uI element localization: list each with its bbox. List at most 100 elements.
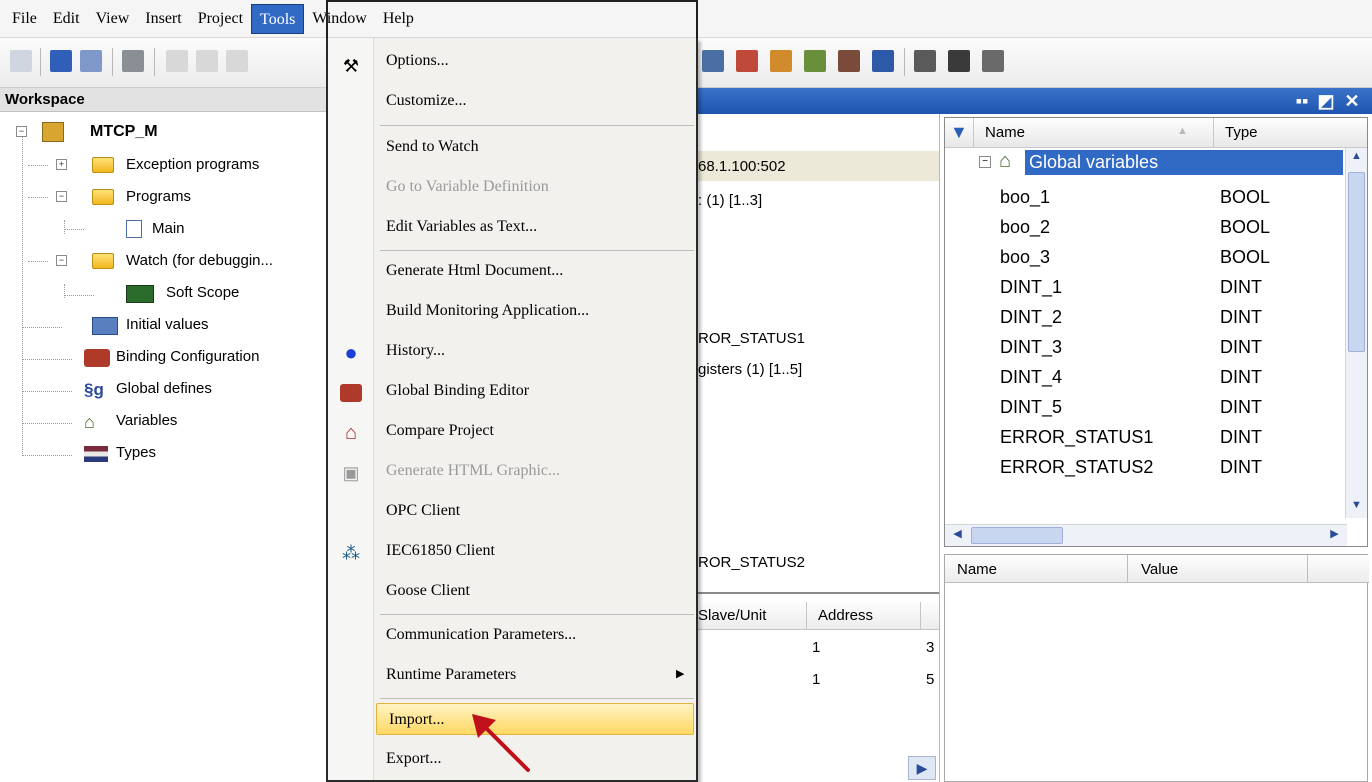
error-status2: ROR_STATUS2 (698, 554, 805, 571)
collapse-toggle[interactable]: − (56, 255, 67, 266)
col-type[interactable]: Type (1225, 124, 1258, 141)
variable-row[interactable]: DINT_4 DINT (945, 363, 1341, 392)
menu-file[interactable]: File (4, 4, 45, 34)
menu-project[interactable]: Project (190, 4, 251, 34)
scroll-right-icon[interactable]: ▶ (1326, 527, 1343, 544)
col-watch-name[interactable]: Name (957, 561, 997, 578)
variable-row[interactable]: DINT_1 DINT (945, 273, 1341, 302)
menu-item-generate-html-document[interactable]: Generate Html Document... (374, 255, 696, 287)
menu-item-generate-html-graphic[interactable]: Generate HTML Graphic... (374, 455, 696, 487)
home-icon[interactable] (804, 50, 826, 72)
menu-help[interactable]: Help (375, 4, 422, 34)
menu-item-opc-client[interactable]: OPC Client (374, 495, 696, 527)
tree-line (64, 229, 84, 230)
types-icon[interactable] (838, 50, 860, 72)
tree-item-binding-configuration[interactable]: Binding Configuration (116, 346, 259, 368)
scroll-left-icon[interactable]: ◀ (949, 527, 966, 544)
submenu-arrow-icon: ▶ (676, 668, 685, 680)
tree-item-project[interactable]: MTCP_M (90, 121, 158, 143)
tree-line (28, 261, 48, 262)
menu-window[interactable]: Window (304, 4, 374, 34)
menu-item-customize[interactable]: Customize... (374, 85, 696, 117)
menu-item-iec61850-client[interactable]: IEC61850 Client (374, 535, 696, 567)
menu-item-communication-parameters[interactable]: Communication Parameters... (374, 619, 696, 651)
variable-row[interactable]: boo_2 BOOL (945, 213, 1341, 242)
restore-icon[interactable]: ◩ (1316, 91, 1336, 111)
connection-address: 68.1.100:502 (698, 158, 786, 175)
expand-toggle[interactable]: + (56, 159, 67, 170)
menu-item-edit-variables-as-text[interactable]: Edit Variables as Text... (374, 211, 696, 243)
clapper-icon[interactable] (948, 50, 970, 72)
menu-item-goose-client[interactable]: Goose Client (374, 575, 696, 607)
menu-insert[interactable]: Insert (137, 4, 189, 34)
save-icon[interactable] (50, 50, 72, 72)
close-icon[interactable]: ✕ (1342, 91, 1362, 111)
exit-icon[interactable] (982, 50, 1004, 72)
col-address[interactable]: Address (818, 607, 873, 624)
scroll-up-icon[interactable]: ▲ (1348, 150, 1365, 167)
variable-row[interactable]: boo_3 BOOL (945, 243, 1341, 272)
scope-icon (126, 285, 154, 303)
collapse-toggle[interactable]: − (979, 156, 991, 168)
layout-icon[interactable] (914, 50, 936, 72)
group-global-variables[interactable]: Global variables (1025, 150, 1343, 175)
variable-row[interactable]: ERROR_STATUS2 DINT (945, 453, 1341, 482)
globe-icon[interactable] (770, 50, 792, 72)
edit-doc-icon[interactable] (80, 50, 102, 72)
collapse-toggle[interactable]: − (16, 126, 27, 137)
scroll-right-icon[interactable]: ▶ (908, 756, 936, 780)
menu-view[interactable]: View (88, 4, 138, 34)
tree-item-exception-programs[interactable]: Exception programs (126, 154, 259, 176)
tree-item-soft-scope[interactable]: Soft Scope (166, 282, 239, 304)
menu-bar: File Edit View Insert Project Tools Wind… (0, 0, 1372, 39)
menu-tools[interactable]: Tools (251, 3, 305, 34)
defines-icon[interactable] (872, 50, 894, 72)
menu-item-go-to-variable-definition[interactable]: Go to Variable Definition (374, 171, 696, 203)
binding-icon[interactable] (736, 50, 758, 72)
collapse-toggle[interactable]: − (56, 191, 67, 202)
splitter[interactable] (698, 592, 939, 594)
tree-item-global-defines[interactable]: Global defines (116, 378, 212, 400)
menu-item-history[interactable]: History... (374, 335, 696, 367)
copy-icon[interactable] (196, 50, 218, 72)
menu-item-build-monitoring-application[interactable]: Build Monitoring Application... (374, 295, 696, 327)
menu-item-compare-project[interactable]: Compare Project (374, 415, 696, 447)
cut-icon[interactable] (166, 50, 188, 72)
variable-row[interactable]: boo_1 BOOL (945, 183, 1341, 212)
variable-row[interactable]: DINT_3 DINT (945, 333, 1341, 362)
scroll-down-icon[interactable]: ▼ (1348, 499, 1365, 516)
folder-icon (92, 253, 114, 269)
menu-item-runtime-parameters[interactable]: Runtime Parameters (374, 659, 696, 691)
row2-slave: 1 (812, 671, 821, 688)
paste-icon[interactable] (226, 50, 248, 72)
tree-item-main[interactable]: Main (152, 218, 185, 240)
center-panel-titlebar (698, 88, 940, 114)
tree-item-types[interactable]: Types (116, 442, 156, 464)
h-scroll-thumb[interactable] (971, 527, 1063, 544)
tree-item-variables[interactable]: Variables (116, 410, 177, 432)
home-icon: ⌂ (999, 150, 1012, 172)
variable-row[interactable]: DINT_5 DINT (945, 393, 1341, 422)
vertical-scrollbar[interactable]: ▲ ▼ (1345, 148, 1367, 518)
scroll-thumb[interactable] (1348, 172, 1365, 352)
menu-edit[interactable]: Edit (45, 4, 88, 34)
row1-slave: 1 (812, 639, 821, 656)
variable-row[interactable]: DINT_2 DINT (945, 303, 1341, 332)
print-icon[interactable] (122, 50, 144, 72)
filter-icon[interactable]: ▼ (950, 122, 968, 143)
horizontal-scrollbar[interactable]: ◀ ▶ (945, 524, 1347, 546)
variable-row[interactable]: ERROR_STATUS1 DINT (945, 423, 1341, 452)
tree-item-programs[interactable]: Programs (126, 186, 191, 208)
col-name[interactable]: Name (985, 124, 1025, 141)
menu-item-send-to-watch[interactable]: Send to Watch (374, 131, 696, 163)
network-icon[interactable] (702, 50, 724, 72)
col-slave-unit[interactable]: Slave/Unit (698, 607, 766, 624)
tree-item-watch[interactable]: Watch (for debuggin... (126, 250, 273, 272)
tree-line (22, 391, 72, 392)
open-icon[interactable] (10, 50, 32, 72)
menu-item-global-binding-editor[interactable]: Global Binding Editor (374, 375, 696, 407)
tree-item-initial-values[interactable]: Initial values (126, 314, 209, 336)
tile-icon[interactable]: ▪▪ (1292, 91, 1312, 111)
col-watch-value[interactable]: Value (1141, 561, 1178, 578)
menu-item-options[interactable]: Options... (374, 45, 696, 77)
